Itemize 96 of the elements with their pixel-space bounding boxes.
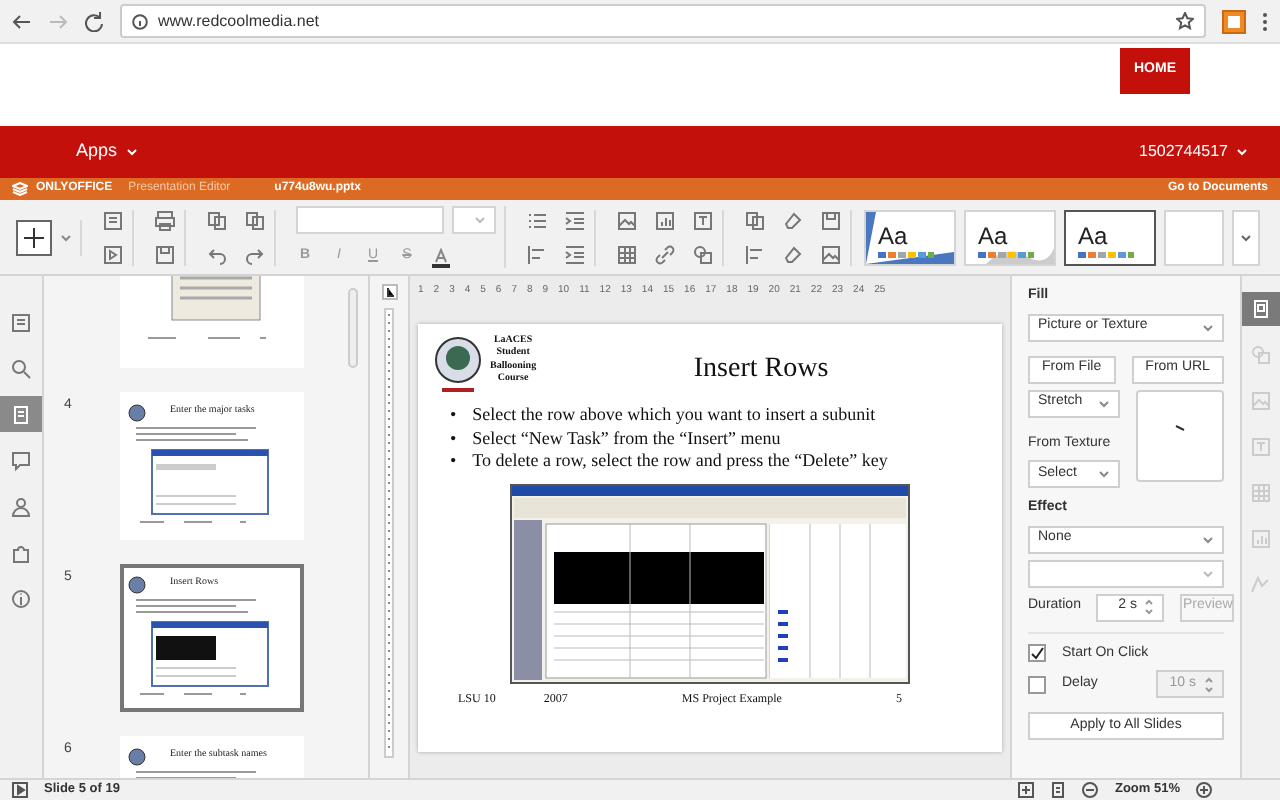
fit-page-icon[interactable] xyxy=(1018,782,1035,798)
add-slide-button[interactable] xyxy=(16,219,52,255)
reload-icon[interactable] xyxy=(84,11,104,31)
caret-icon xyxy=(1202,323,1214,331)
puzzle-icon xyxy=(10,541,32,563)
play-icon[interactable] xyxy=(12,782,28,798)
info-icon xyxy=(132,13,148,29)
slide-icon xyxy=(1250,298,1272,320)
table-icon xyxy=(1250,482,1272,504)
caret-icon xyxy=(1098,470,1110,478)
arrange-icon[interactable] xyxy=(744,209,766,231)
font-name-field[interactable] xyxy=(296,206,444,235)
caret-icon xyxy=(1202,535,1214,543)
document-icon xyxy=(10,311,32,333)
comment-icon xyxy=(10,449,32,471)
info-icon xyxy=(10,587,32,609)
slide-canvas[interactable] xyxy=(418,324,1002,752)
text-box-icon[interactable] xyxy=(692,209,714,231)
scrollbar-thumb[interactable] xyxy=(348,288,358,368)
zoom-in-icon[interactable] xyxy=(1196,782,1212,798)
chart-icon xyxy=(1250,528,1272,550)
emblem-icon xyxy=(434,336,482,396)
bullet-marker: • xyxy=(450,450,457,475)
theme-thumbnail[interactable]: Aa xyxy=(1064,209,1156,265)
color-swatch-icon xyxy=(1078,251,1134,257)
search-icon xyxy=(10,357,32,379)
caret-icon xyxy=(125,148,138,156)
caret-icon xyxy=(60,233,72,241)
align-icon[interactable] xyxy=(526,243,548,265)
theme-thumbnail[interactable] xyxy=(1164,209,1224,265)
theme-sample-text: Aa xyxy=(1078,221,1108,249)
theme-thumbnail[interactable]: Aa xyxy=(864,209,956,265)
link-icon[interactable] xyxy=(654,243,676,265)
bullet-marker: • xyxy=(450,427,457,451)
copy-icon[interactable] xyxy=(206,209,228,231)
signature-icon xyxy=(1250,574,1272,596)
person-icon xyxy=(10,495,32,517)
spinner-arrows-icon xyxy=(1204,675,1214,693)
bullet-text: Select “New Task” from the “Insert” menu xyxy=(472,427,781,451)
chart-icon[interactable] xyxy=(654,209,676,231)
theme-thumbnail[interactable]: Aa xyxy=(964,209,1056,265)
theme-sample-text: Aa xyxy=(978,221,1008,249)
layout-icon[interactable] xyxy=(102,209,124,231)
undo-icon[interactable] xyxy=(206,243,228,265)
text-box-icon xyxy=(1250,436,1272,458)
checkbox[interactable] xyxy=(1028,675,1046,693)
url-text: www.redcoolmedia.net xyxy=(158,9,319,33)
shape-icon[interactable] xyxy=(692,243,714,265)
address-bar[interactable]: www.redcoolmedia.net xyxy=(120,4,1206,38)
save-icon[interactable] xyxy=(154,243,176,265)
slide-icon xyxy=(10,403,32,425)
bullet-text: To delete a row, select the row and press the “Delete” key xyxy=(472,450,888,475)
user-menu[interactable]: 1502744517 xyxy=(1139,140,1248,164)
shape-icon xyxy=(1250,344,1272,366)
logo-icon xyxy=(128,747,146,765)
bullet-text: Select the row above which you want to insert a subunit xyxy=(472,404,876,428)
align-icon[interactable] xyxy=(744,243,766,265)
menu-icon[interactable] xyxy=(1262,11,1268,31)
check-icon xyxy=(1030,646,1044,661)
checkbox[interactable] xyxy=(1028,644,1046,663)
plus-icon xyxy=(24,227,44,247)
extension-icon[interactable] xyxy=(1222,9,1246,33)
indent-icon[interactable] xyxy=(564,209,586,231)
back-arrow-icon[interactable] xyxy=(12,11,32,31)
color-swatch-icon xyxy=(978,251,1034,257)
print-icon[interactable] xyxy=(154,209,176,231)
sidebar-button[interactable] xyxy=(0,396,42,432)
logo-icon xyxy=(128,403,146,421)
redo-icon[interactable] xyxy=(244,243,266,265)
layers-icon xyxy=(12,182,28,196)
eraser-icon[interactable] xyxy=(782,209,804,231)
table-icon[interactable] xyxy=(616,243,638,265)
logo-icon xyxy=(128,575,146,593)
ruler-corner-icon xyxy=(381,284,397,300)
slide-title: Insert Rows xyxy=(691,352,831,388)
theme-sample-text: Aa xyxy=(878,221,908,249)
color-swatch-icon xyxy=(878,251,934,257)
slideshow-icon[interactable] xyxy=(102,243,124,265)
fit-width-icon[interactable] xyxy=(1050,782,1067,798)
image-icon[interactable] xyxy=(616,209,638,231)
caret-icon xyxy=(474,216,486,225)
bullet-marker: • xyxy=(450,404,457,428)
spinner-arrows-icon xyxy=(1144,598,1155,616)
font-color-icon[interactable] xyxy=(432,247,450,267)
theme-decoration-icon xyxy=(866,211,954,263)
caret-icon xyxy=(1202,569,1214,577)
bullet-list-icon[interactable] xyxy=(526,209,548,231)
star-icon[interactable] xyxy=(1176,12,1194,30)
font-size-field[interactable] xyxy=(452,206,496,235)
settings-tab[interactable] xyxy=(1242,292,1280,326)
caret-icon xyxy=(1236,148,1248,156)
caret-icon xyxy=(1098,399,1110,407)
caret-icon xyxy=(1240,233,1252,241)
image-icon xyxy=(1250,390,1272,412)
apps-menu[interactable]: Apps xyxy=(76,138,138,166)
zoom-out-icon[interactable] xyxy=(1082,782,1099,798)
